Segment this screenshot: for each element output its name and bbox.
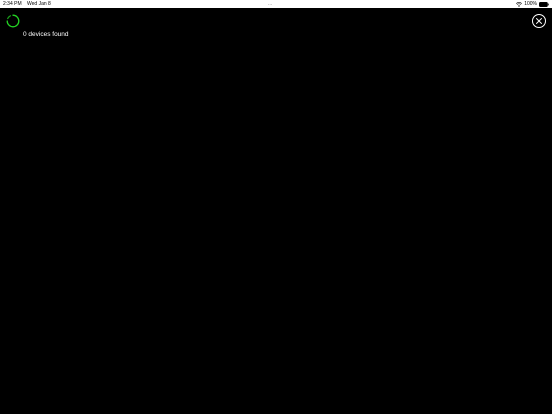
status-indicators: 100% [516,0,549,8]
wifi-icon [516,1,523,7]
status-time: 2:34 PM [3,1,22,7]
battery-icon [539,1,549,7]
battery-percent: 100% [524,1,537,7]
close-icon [536,18,542,24]
close-button[interactable] [532,14,546,28]
status-date: Wed Jan 8 [27,1,51,7]
status-bar: 2:34 PM Wed Jan 8 ... 100% [0,0,552,8]
scanner-screen: 2:34 PM Wed Jan 8 ... 100% 0 devices fou… [0,0,552,414]
spinner-icon [6,14,20,28]
devices-found-label: 0 devices found [23,31,69,38]
multitasking-dots: ... [268,1,273,7]
